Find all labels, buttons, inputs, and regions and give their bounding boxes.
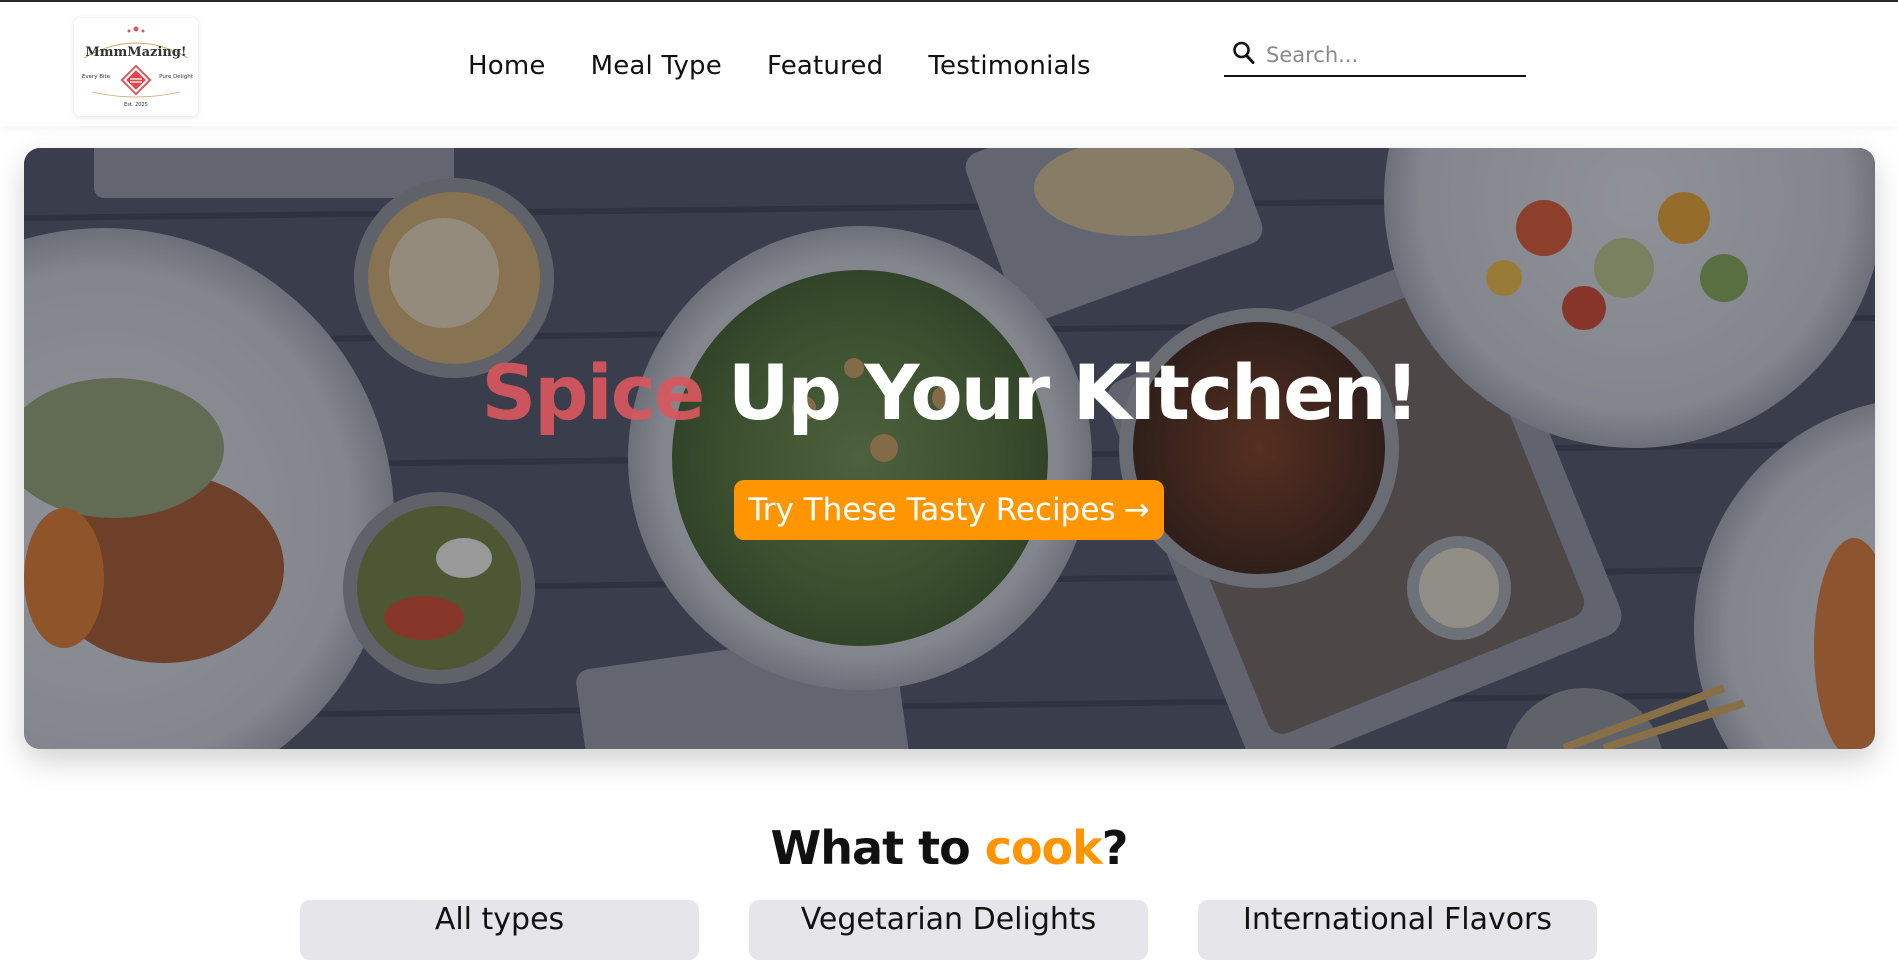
nav-testimonials[interactable]: Testimonials <box>928 51 1090 81</box>
section-title: What to cook? <box>0 816 1898 880</box>
section-title-start: What to <box>770 821 985 875</box>
cta-label: Try These Tasty Recipes <box>748 492 1116 528</box>
main-nav: Home Meal Type Featured Testimonials <box>468 46 1091 86</box>
nav-home[interactable]: Home <box>468 51 546 81</box>
tile-vegetarian-delights[interactable]: Vegetarian Delights <box>749 900 1148 960</box>
tile-all-types[interactable]: All types <box>300 900 699 960</box>
tile-international-flavors[interactable]: International Flavors <box>1198 900 1597 960</box>
arrow-right-icon: → <box>1123 492 1150 528</box>
logo-tagline-right: Pure Delight <box>159 74 194 80</box>
site-header: MmmMazing! Every Bite Pure Delight Est. … <box>0 2 1898 126</box>
tile-label: All types <box>434 902 565 937</box>
logo-brand-text: MmmMazing! <box>85 45 186 60</box>
logo-tagline-left: Every Bite <box>82 74 111 80</box>
search-box <box>1224 34 1526 77</box>
search-input[interactable] <box>1264 36 1518 74</box>
nav-featured[interactable]: Featured <box>767 51 883 81</box>
nav-meal-type[interactable]: Meal Type <box>591 51 722 81</box>
tile-label: International Flavors <box>1242 902 1553 937</box>
try-recipes-button[interactable]: Try These Tasty Recipes → <box>734 480 1164 540</box>
section-title-highlight: cook <box>984 821 1103 875</box>
food-table-photo <box>24 148 1875 749</box>
logo-est-text: Est. 2025 <box>124 102 148 108</box>
tile-label: Vegetarian Delights <box>800 902 1097 937</box>
search-icon[interactable] <box>1232 40 1256 66</box>
hero-title-rest: Up Your Kitchen! <box>727 348 1420 437</box>
brand-logo[interactable]: MmmMazing! Every Bite Pure Delight Est. … <box>74 18 198 116</box>
hero-banner: Spice Up Your Kitchen! Try These Tasty R… <box>24 148 1875 749</box>
hero-title: Spice Up Your Kitchen! <box>24 348 1875 438</box>
hero-title-accent: Spice <box>481 348 706 437</box>
section-title-end: ? <box>1101 821 1129 875</box>
meal-type-tiles: All types Vegetarian Delights Internatio… <box>300 900 1597 960</box>
logo-emblem-icon: MmmMazing! Every Bite Pure Delight Est. … <box>74 18 198 116</box>
